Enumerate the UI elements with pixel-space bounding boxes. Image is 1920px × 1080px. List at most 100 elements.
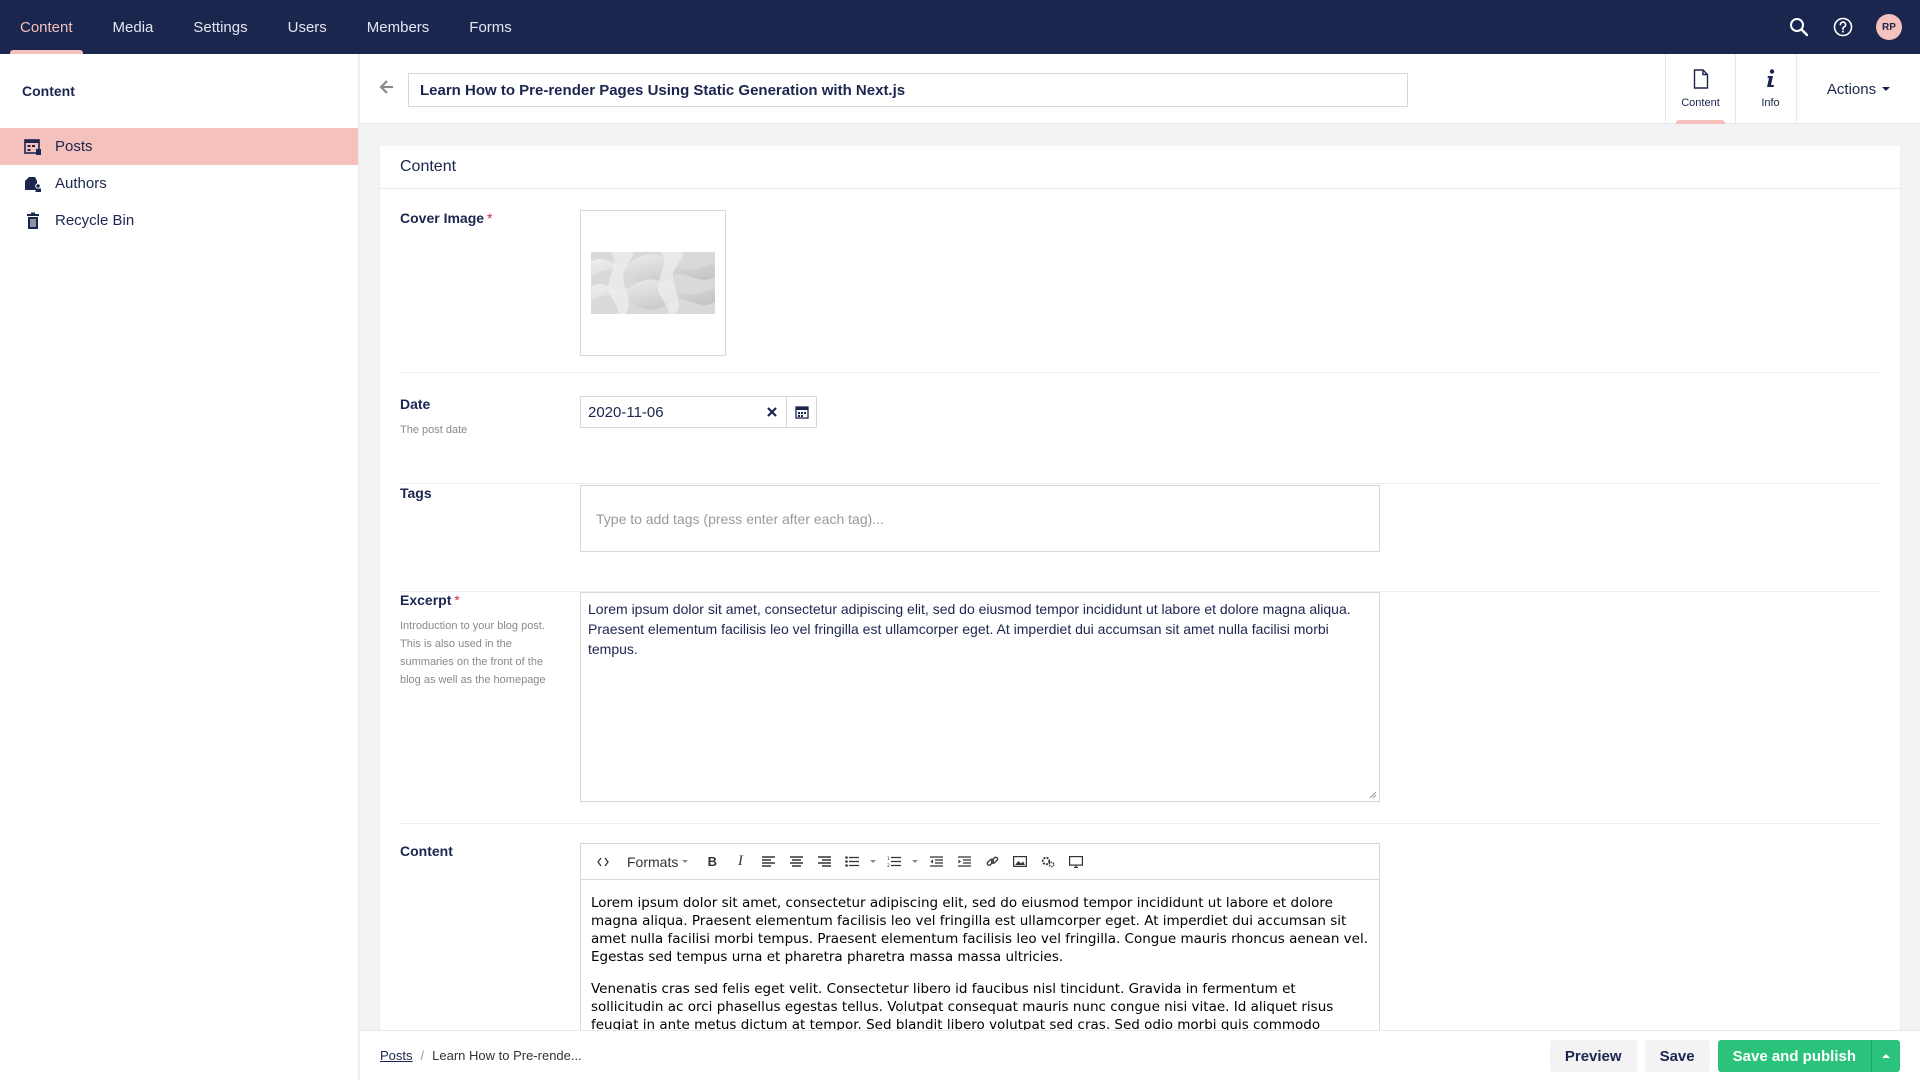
formats-label: Formats [627,853,679,870]
excerpt-editor: Lorem ipsum dolor sit amet, consectetur … [580,592,1380,802]
bold-icon[interactable]: B [698,848,726,876]
date-picker: 2020-11-06 [580,396,817,428]
section-content[interactable]: Content [0,0,93,54]
breadcrumb-current: Learn How to Pre-rende... [432,1048,582,1063]
property-excerpt: Excerpt * Introduction to your blog post.… [400,592,1880,824]
content-group-panel: Content Cover Image* Date The post date [380,146,1900,1046]
editor-header: Content Info Actions [360,54,1920,124]
breadcrumb-separator: / [420,1048,425,1063]
tags-input[interactable]: Type to add tags (press enter after each… [580,485,1380,552]
property-description: Introduction to your blog post. This is … [400,620,546,686]
section-media[interactable]: Media [93,0,174,54]
property-label: Content [400,843,453,859]
numbered-list-icon[interactable]: 12 [880,848,908,876]
svg-text:1: 1 [887,856,890,862]
excerpt-text: Lorem ipsum dolor sit amet, consectetur … [588,601,1351,657]
bullet-list-icon[interactable] [838,848,866,876]
property-content: Content Formats B I 1 2 Lorem ipsum dolo… [400,843,1880,1046]
section-nav: Content Media Settings Users Members For… [0,0,532,54]
align-right-icon[interactable] [810,848,838,876]
section-settings[interactable]: Settings [173,0,267,54]
info-icon [1765,69,1777,92]
node-name-input[interactable] [408,73,1408,107]
svg-text:2: 2 [887,863,890,867]
embed-icon[interactable] [1062,848,1090,876]
chevron-down-icon [682,860,689,863]
cover-image-thumbnail[interactable] [580,210,726,356]
excerpt-textarea[interactable]: Lorem ipsum dolor sit amet, consectetur … [580,592,1380,802]
property-tags: Tags Type to add tags (press enter after… [400,485,1880,592]
link-icon[interactable] [978,848,1006,876]
rte-paragraph: Venenatis cras sed felis eget velit. Con… [591,981,1334,1033]
sidebar-item-recycle-bin[interactable]: Recycle Bin [0,202,358,239]
section-members[interactable]: Members [347,0,450,54]
actions-label: Actions [1826,80,1877,98]
date-field[interactable]: 2020-11-06 [580,396,817,428]
image-icon[interactable] [1006,848,1034,876]
chevron-down-icon[interactable] [908,848,922,876]
group-title: Content [380,146,1900,189]
publish-options-button[interactable] [1871,1040,1900,1072]
macro-icon[interactable] [1034,848,1062,876]
rte-container: Formats B I 1 2 Lorem ipsum dolor sit am… [580,843,1380,1046]
actions-button[interactable]: Actions [1796,54,1920,124]
resize-grip-icon[interactable] [1369,791,1377,799]
section-forms[interactable]: Forms [449,0,532,54]
preview-button[interactable]: Preview [1549,1040,1637,1072]
editor-footer: Posts / Learn How to Pre-rende... Previe… [360,1030,1920,1080]
rte-paragraph: Lorem ipsum dolor sit amet, consectetur … [591,895,1369,965]
tab-label: Info [1761,97,1780,109]
property-cover-image: Cover Image * [400,210,1880,373]
chevron-down-icon[interactable] [866,848,880,876]
sidebar-heading: Content [22,83,75,99]
authors-icon [24,175,42,193]
header-tools: RP [1788,0,1902,54]
save-button[interactable]: Save [1644,1040,1710,1072]
property-label: Date [400,396,431,412]
posts-icon [24,138,42,156]
media-picker [580,210,726,356]
tab-label: Content [1681,97,1720,109]
breadcrumb-posts-link[interactable]: Posts [380,1048,413,1063]
source-code-icon[interactable] [589,848,617,876]
user-avatar[interactable]: RP [1876,14,1902,40]
formats-dropdown[interactable]: Formats [617,848,698,876]
align-center-icon[interactable] [782,848,810,876]
help-icon[interactable] [1832,16,1854,38]
sidebar-item-posts[interactable]: Posts [0,128,358,165]
italic-icon[interactable]: I [726,848,754,876]
section-users[interactable]: Users [268,0,347,54]
sidebar-item-label: Posts [55,138,93,155]
property-label: Tags [400,485,432,501]
sidebar-item-authors[interactable]: Authors [0,165,358,202]
calendar-icon[interactable] [786,397,816,427]
save-and-publish-button[interactable]: Save and publish [1717,1040,1871,1072]
property-label: Excerpt * [400,592,460,608]
tags-editor: Type to add tags (press enter after each… [580,485,1380,552]
breadcrumb: Posts / Learn How to Pre-rende... [380,1048,582,1063]
indent-icon[interactable] [950,848,978,876]
rich-text-editor: Formats B I 1 2 Lorem ipsum dolor sit am… [580,843,1380,1046]
document-icon [1693,69,1709,92]
sidebar-item-label: Recycle Bin [55,212,135,229]
top-navigation-bar: Content Media Settings Users Members For… [0,0,1920,54]
rte-body[interactable]: Lorem ipsum dolor sit amet, consectetur … [581,880,1379,1046]
property-label: Cover Image * [400,210,493,226]
tab-content[interactable]: Content [1665,54,1735,124]
sidebar: Content Posts Authors Recycle Bin [0,54,359,1080]
trash-icon [24,212,42,230]
property-description: The post date [400,424,468,436]
clear-icon[interactable] [758,397,786,427]
sidebar-item-label: Authors [55,175,107,192]
rte-toolbar: Formats B I 1 2 [581,844,1379,880]
search-icon[interactable] [1788,16,1810,38]
back-arrow-icon[interactable] [378,78,396,96]
chevron-up-icon [1882,1054,1890,1058]
align-left-icon[interactable] [754,848,782,876]
footer-buttons: Preview Save Save and publish [1549,1040,1900,1072]
tab-info[interactable]: Info [1735,54,1805,124]
cover-image-preview [591,252,715,314]
date-value[interactable]: 2020-11-06 [581,397,758,427]
chevron-down-icon [1882,87,1891,91]
outdent-icon[interactable] [922,848,950,876]
